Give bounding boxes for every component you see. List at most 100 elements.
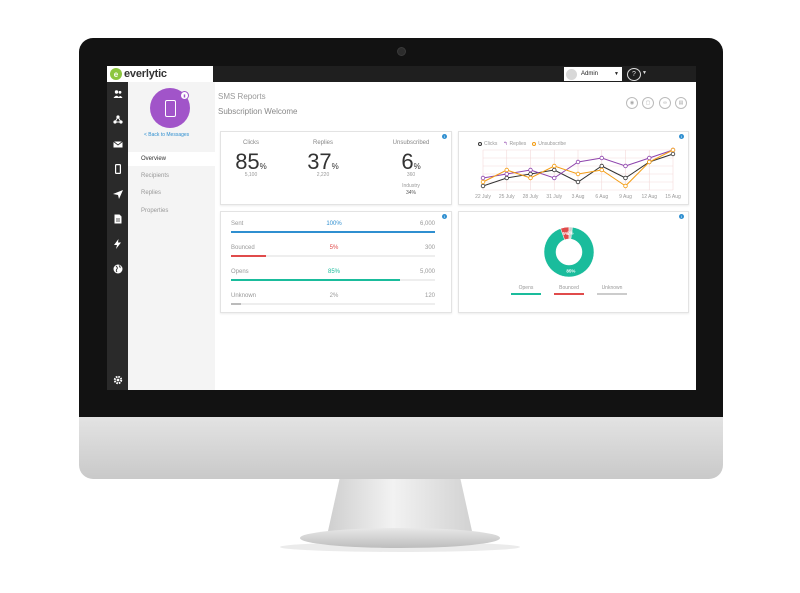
delivery-row: Opens 85% 5,000	[231, 269, 435, 287]
data-point-replies	[504, 171, 509, 177]
delivery-row: Unknown 2% 120	[231, 293, 435, 311]
info-icon[interactable]: i	[442, 214, 447, 219]
chevron-down-icon: ▼	[614, 71, 619, 77]
donut-data-label: 85%	[566, 268, 575, 273]
delivery-percent: 85%	[327, 269, 340, 275]
data-point-replies	[552, 175, 557, 181]
donut-chart: 85%5%2%	[543, 226, 595, 278]
data-point-unsubscribe	[480, 179, 486, 185]
mobile-icon[interactable]	[107, 162, 128, 176]
delivery-total: 6,000	[419, 221, 435, 227]
monitor-stand	[328, 479, 472, 531]
page-title: SMS Reports	[218, 92, 266, 101]
chevron-down-icon[interactable]: ▼	[642, 70, 647, 76]
data-point-replies	[599, 155, 604, 161]
bolt-icon[interactable]	[107, 237, 128, 251]
delivery-total: 300	[424, 245, 435, 251]
data-point-clicks	[528, 171, 533, 177]
side-nav-recipients[interactable]: Recipients	[128, 169, 215, 183]
donut-legend-unknown-label: Unknown	[601, 285, 623, 291]
phone-icon	[164, 99, 176, 117]
side-nav-properties[interactable]: Properties	[128, 204, 215, 218]
document-icon[interactable]	[107, 212, 128, 226]
replies-label: Replies	[312, 140, 333, 146]
data-point-unsubscribe	[599, 167, 604, 173]
monitor-foot	[300, 528, 500, 548]
donut-data-label: 2%	[567, 231, 574, 236]
logo-icon: e	[110, 68, 122, 80]
delivery-label: Sent	[231, 221, 244, 227]
data-point-clicks	[623, 175, 628, 181]
x-tick-label: 6 Aug	[595, 194, 608, 200]
data-point-clicks	[670, 151, 676, 157]
back-to-messages-link[interactable]: < Back to Messages	[144, 132, 189, 138]
main-content: SMS Reports Subscription Welcome ◉ ▢ ∞ ▤…	[215, 82, 696, 390]
clicks-count: 5,100	[244, 172, 258, 178]
data-point-clicks	[552, 167, 557, 173]
network-icon[interactable]	[107, 112, 128, 126]
delivery-percent: 5%	[329, 245, 339, 251]
data-point-unsubscribe	[623, 183, 628, 189]
app-screen: e everlytic Admin ▼ ? ▼ ▮ < Back to Mess…	[107, 66, 696, 390]
data-point-unsubscribe	[575, 171, 581, 177]
unsubscribed-count: 360	[406, 172, 416, 178]
page-subtitle: Subscription Welcome	[218, 107, 298, 116]
donut-legend-opens-label: Opens	[518, 285, 534, 291]
avatar	[566, 68, 577, 80]
contacts-icon[interactable]	[107, 87, 128, 101]
side-nav-replies[interactable]: Replies	[128, 186, 215, 200]
donut-legend-bounced-label: Bounced	[559, 285, 579, 291]
logo[interactable]: e everlytic	[107, 66, 213, 82]
delivery-total: 5,000	[419, 269, 435, 275]
progress-track	[231, 231, 435, 233]
view-icon[interactable]: ◉	[626, 97, 638, 109]
line-chart-card: i Clicks ↰ Replies Unsubscribe 22 July 25 …	[458, 131, 689, 205]
donut-legend-unknown-swatch	[597, 293, 627, 295]
delivery-label: Unknown	[231, 293, 257, 299]
line-chart: 22 July 25 July 28 July 31 July 3 Aug 6 Aug 9 …	[475, 147, 681, 200]
progress-fill	[231, 303, 242, 305]
top-bar: e everlytic Admin ▼ ? ▼	[107, 66, 696, 82]
replies-unit: %	[331, 162, 339, 171]
unsubscribed-number: 6	[401, 149, 414, 174]
delivery-label: Opens	[231, 269, 249, 275]
data-point-unsubscribe	[552, 163, 557, 169]
donut-legend-opens: Opens	[511, 285, 541, 295]
user-menu[interactable]: Admin ▼	[564, 67, 622, 81]
data-point-replies	[528, 167, 533, 173]
progress-track	[231, 303, 435, 305]
data-point-unsubscribe	[647, 159, 652, 165]
x-tick-label: 22 July	[475, 194, 491, 200]
link-icon[interactable]: ∞	[659, 97, 671, 109]
copy-icon[interactable]: ▢	[642, 97, 654, 109]
unsubscribed-label: Unsubscribed	[392, 140, 430, 146]
data-point-unsubscribe	[504, 167, 509, 173]
data-point-unsubscribe	[528, 175, 533, 181]
clicks-unit: %	[259, 162, 267, 171]
gear-icon[interactable]	[107, 373, 128, 387]
progress-track	[231, 279, 435, 281]
side-nav-overview[interactable]: Overview	[128, 152, 215, 166]
clicks-number: 85	[235, 149, 260, 174]
globe-icon[interactable]	[107, 262, 128, 276]
data-point-replies	[575, 159, 581, 165]
x-tick-label: 31 July	[546, 194, 562, 200]
delivery-percent: 100%	[326, 221, 342, 227]
monitor-chin	[79, 417, 723, 479]
x-tick-label: 3 Aug	[572, 194, 585, 200]
data-point-unsubscribe	[670, 147, 676, 153]
data-point-replies	[480, 175, 486, 181]
mail-icon[interactable]	[107, 137, 128, 151]
help-icon[interactable]: ?	[627, 68, 641, 81]
progress-track	[231, 255, 435, 257]
x-tick-label: 9 Aug	[619, 194, 632, 200]
industry-value: 34%	[405, 190, 416, 196]
info-icon[interactable]: i	[442, 134, 447, 139]
send-icon[interactable]	[107, 187, 128, 201]
data-point-clicks	[480, 183, 486, 189]
data-point-clicks	[504, 175, 509, 181]
donut-legend-bounced: Bounced	[554, 285, 584, 295]
print-icon[interactable]: ▤	[675, 97, 687, 109]
data-point-replies	[647, 155, 652, 161]
user-name: Admin	[581, 71, 599, 77]
